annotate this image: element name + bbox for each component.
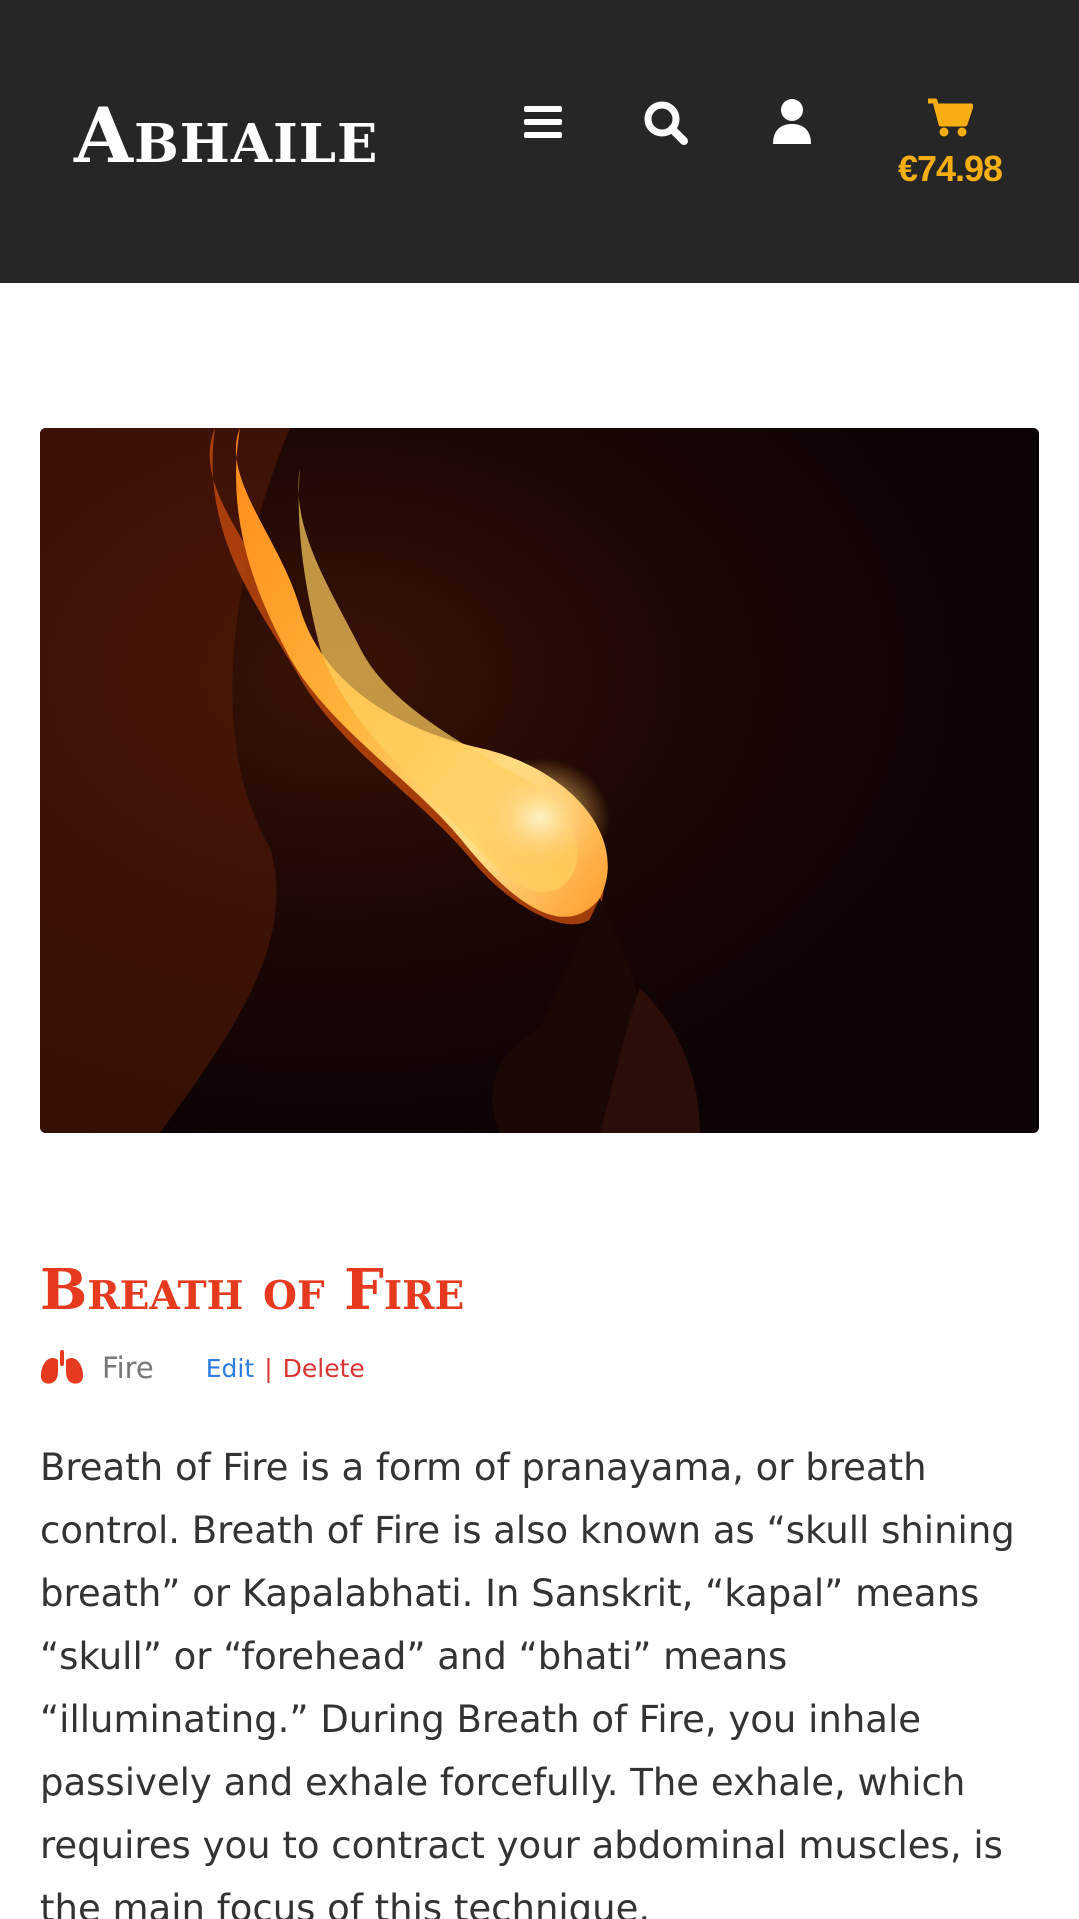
user-icon[interactable] — [771, 98, 813, 146]
lungs-icon — [40, 1350, 84, 1384]
post-category: Fire — [102, 1351, 154, 1385]
delete-link[interactable]: Delete — [283, 1354, 365, 1383]
post-body: Breath of Fire is a form of pranayama, o… — [40, 1446, 1015, 1919]
edit-link[interactable]: Edit — [206, 1354, 254, 1383]
site-header: Abhaile €74.98 — [0, 0, 1079, 283]
meta-separator: | — [264, 1353, 273, 1383]
fire-breathing-photo — [40, 428, 1039, 1133]
menu-icon[interactable] — [524, 104, 562, 140]
post-meta: Fire Edit | Delete — [40, 1348, 365, 1388]
cart-total: €74.98 — [897, 148, 1003, 189]
cart-button[interactable]: €74.98 — [880, 98, 1020, 198]
cart-icon — [928, 98, 973, 137]
post-title: Breath of Fire — [40, 1257, 465, 1323]
hero-image — [40, 428, 1039, 1133]
site-logo[interactable]: Abhaile — [74, 98, 378, 174]
search-icon[interactable] — [643, 100, 689, 146]
